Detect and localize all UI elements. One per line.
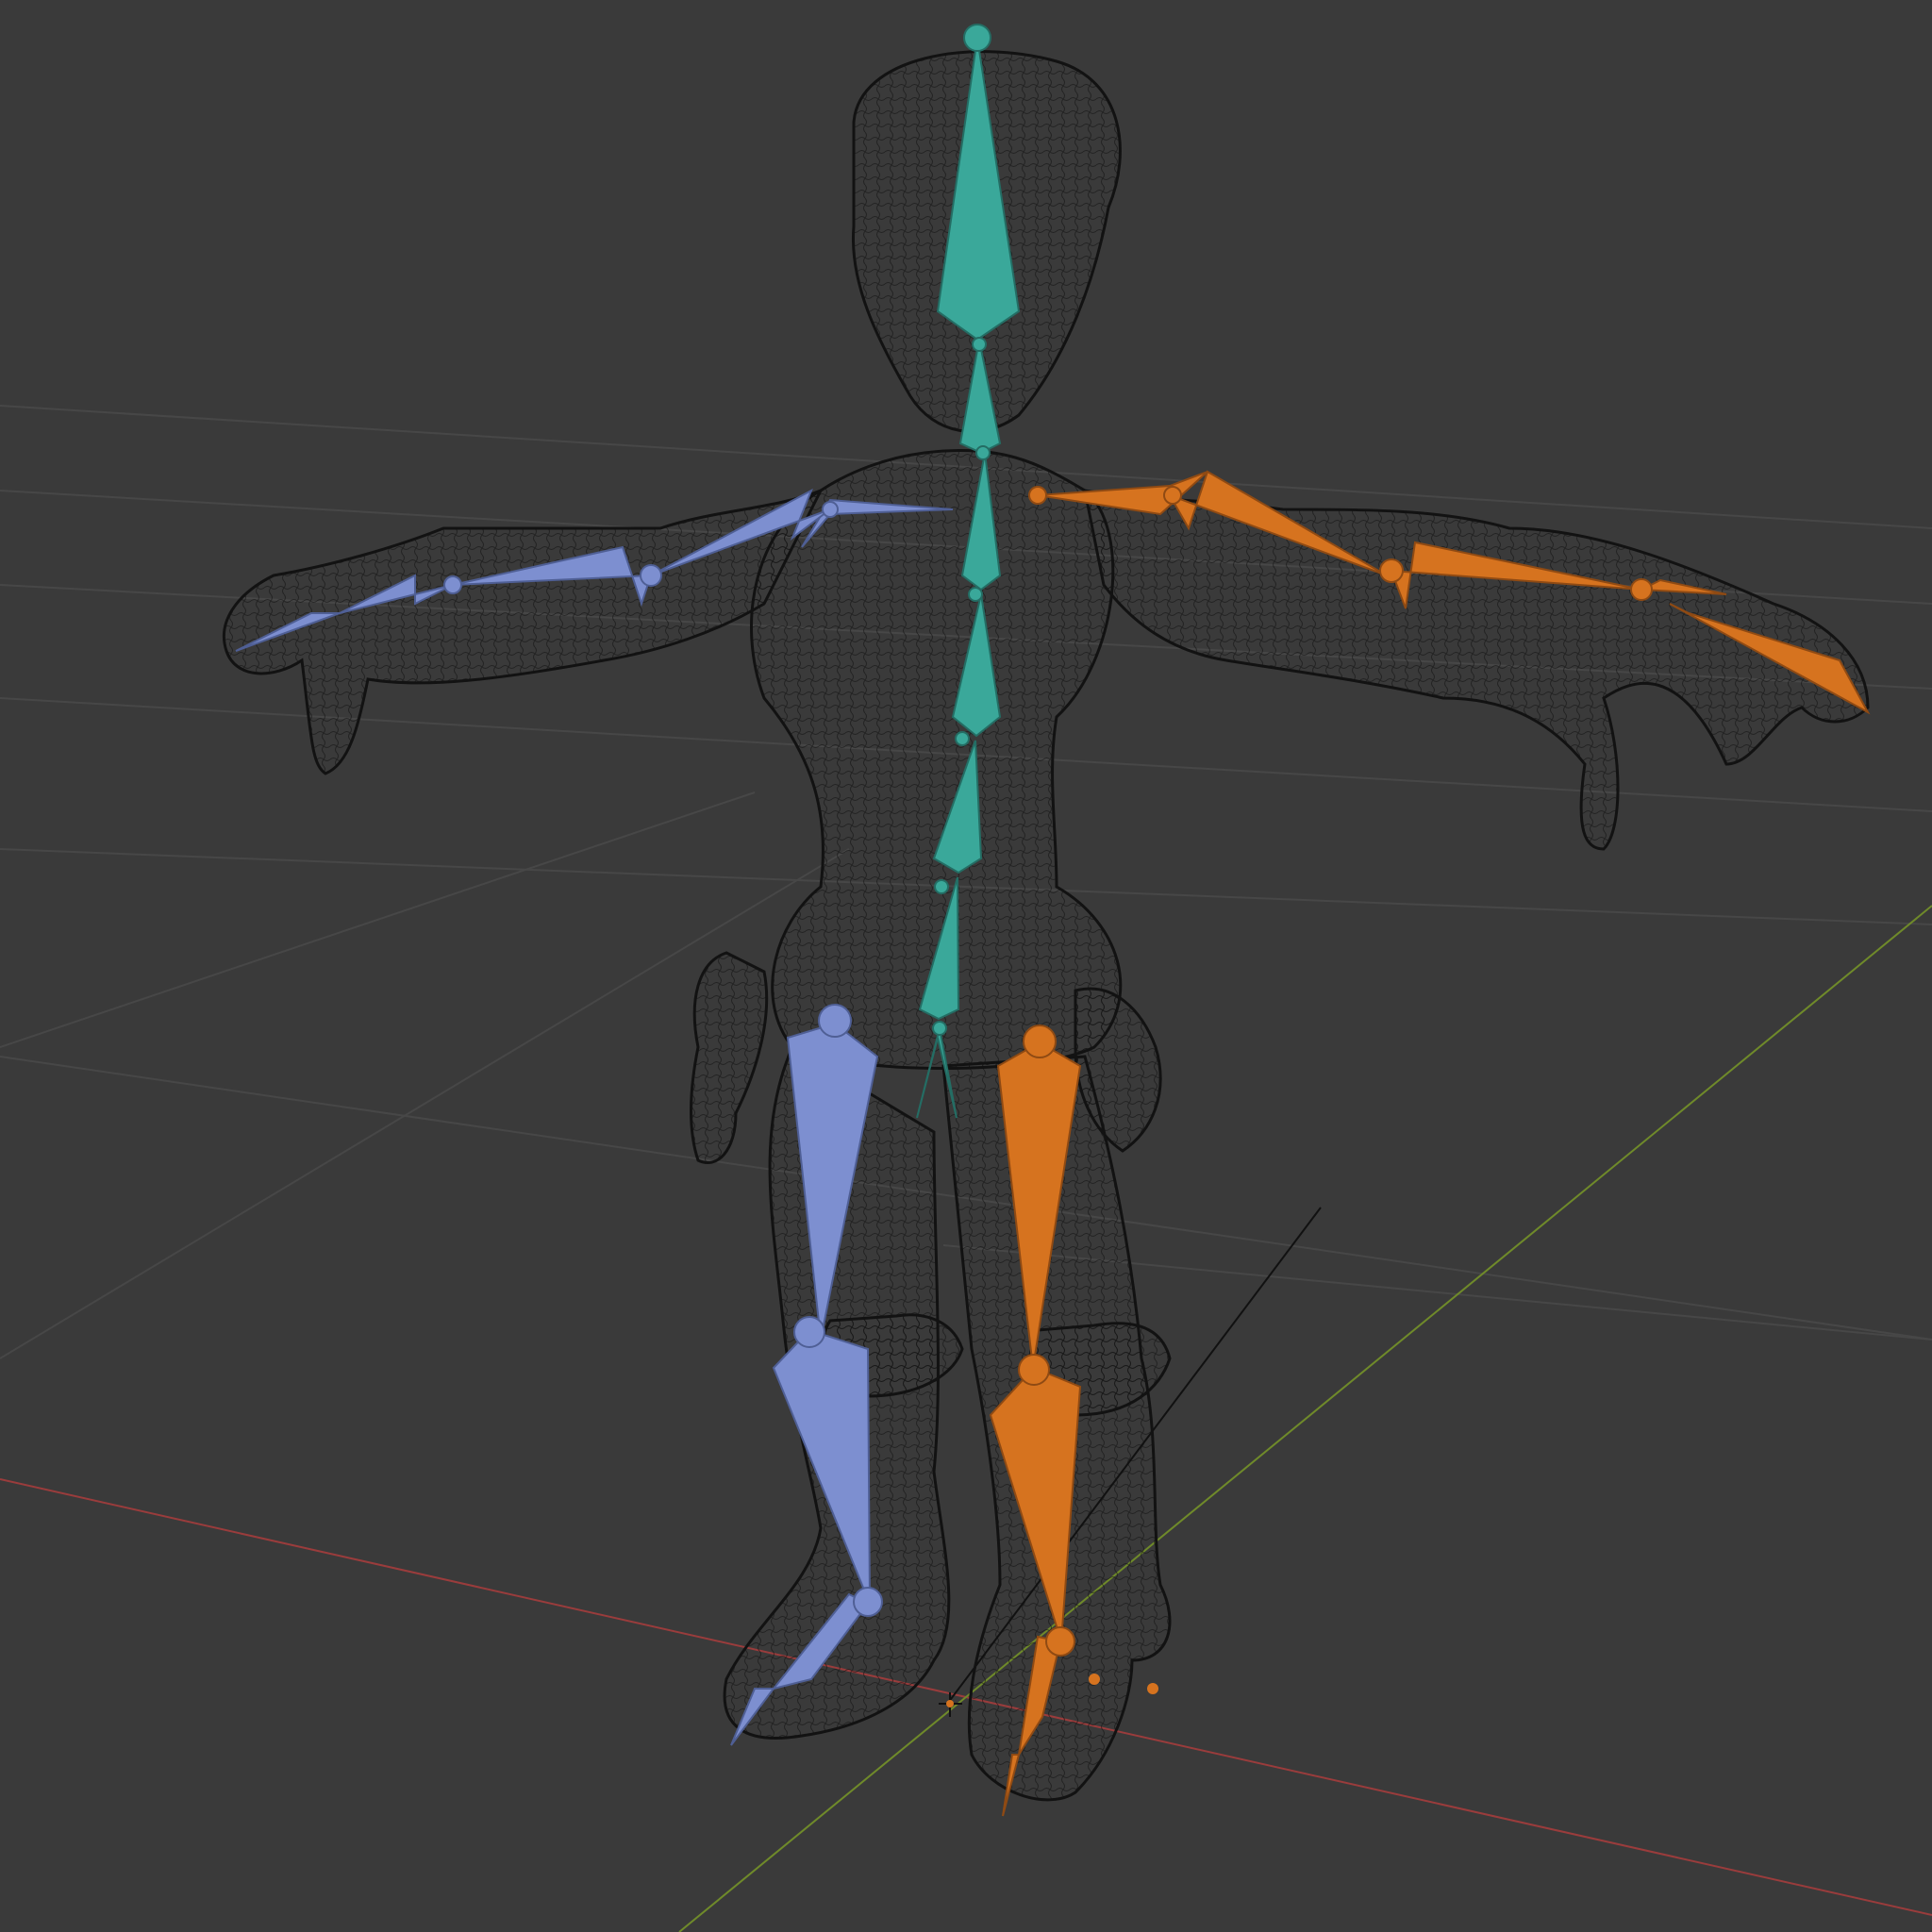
bone-joint-ankle-l [853,1587,883,1617]
bone-head-tail-joint [963,24,991,52]
bone-joint-neck [972,337,987,352]
bone-joint-hips [932,1021,947,1036]
bone-joint-wrist-l [443,575,462,594]
bone-joint-elbow-r [1163,486,1182,505]
mesh-left-holster [690,951,769,1164]
bone-joint-spine-3 [934,879,949,894]
bone-joint-knee-l [793,1316,825,1348]
bone-joint-knee-r [1018,1354,1050,1386]
mesh-right-arm [1083,489,1870,851]
bone-joint-spine [968,587,983,602]
bone-joint-hand-r [1630,578,1653,601]
3d-viewport[interactable] [0,0,1932,1932]
bone-joint-chest [975,445,991,460]
bone-joint-hip-l [818,1004,852,1038]
bone-joint-elbow-l [640,564,662,587]
bone-joint-hip-r [1023,1024,1057,1058]
bone-joint-shoulder-l [822,501,839,518]
viewport-canvas[interactable] [0,0,1932,1932]
bone-joint-shoulder-r [1028,486,1047,505]
bone-joint-ankle-r [1045,1626,1075,1657]
bone-joint-spine-2 [955,731,970,746]
bone-joint-wrist-r [1379,558,1404,583]
